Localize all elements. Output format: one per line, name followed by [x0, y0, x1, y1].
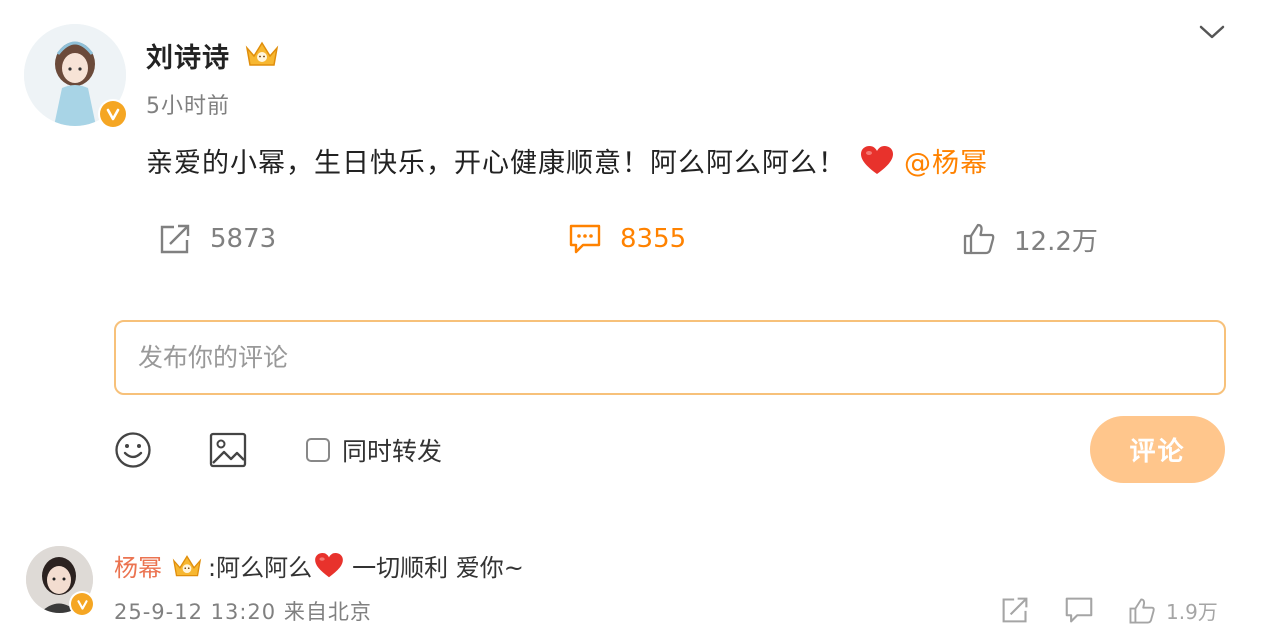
- like-icon: [962, 222, 996, 256]
- comment-icon: [568, 223, 602, 255]
- repost-checkbox-label: 同时转发: [342, 437, 443, 466]
- submit-comment-button[interactable]: 评论: [1090, 416, 1225, 483]
- comment-input[interactable]: [116, 322, 1224, 393]
- heart-emoji-icon: [860, 145, 894, 176]
- reply-like-count: 1.9万: [1166, 600, 1218, 624]
- reply-crown-badge-icon: [170, 552, 204, 580]
- verified-v-icon: [98, 99, 128, 129]
- post-content-text: 亲爱的小幂，生日快乐，开心健康顺意！阿么阿么阿么！: [146, 148, 846, 179]
- repost-button[interactable]: 5873: [158, 220, 276, 258]
- reply-author-name[interactable]: 杨幂: [114, 548, 162, 583]
- reply-share-icon[interactable]: [1000, 596, 1030, 624]
- comment-button[interactable]: 8355: [568, 220, 686, 258]
- mention-link[interactable]: @杨幂: [904, 141, 988, 180]
- repost-count: 5873: [210, 224, 277, 254]
- image-icon[interactable]: [209, 432, 247, 468]
- repost-toggle[interactable]: 同时转发: [306, 432, 442, 468]
- like-button[interactable]: 12.2万: [962, 220, 1098, 258]
- repost-checkbox[interactable]: [306, 438, 330, 462]
- reply-comment-icon[interactable]: [1064, 596, 1094, 624]
- reply-timestamp: 25-9-12 13:20 来自北京: [114, 600, 372, 624]
- reply-verified-v-icon: [69, 591, 95, 617]
- comment-input-box[interactable]: [114, 320, 1226, 395]
- crown-badge-icon: [243, 38, 281, 70]
- reply-text-before: :阿么阿么: [208, 554, 313, 582]
- post-menu-chevron-icon[interactable]: [1198, 20, 1226, 44]
- comment-count: 8355: [620, 224, 687, 254]
- author-name[interactable]: 刘诗诗: [146, 36, 230, 75]
- post-content: 亲爱的小幂，生日快乐，开心健康顺意！阿么阿么阿么！ @杨幂: [146, 141, 988, 180]
- reply-heart-emoji-icon: [314, 552, 344, 579]
- reply-body: 杨幂 :阿么阿么 一切顺利 爱你~: [114, 548, 524, 583]
- reply-like-icon: [1128, 597, 1156, 625]
- reply-like-button[interactable]: 1.9万: [1128, 596, 1218, 625]
- emoji-icon[interactable]: [114, 431, 152, 469]
- reply-text-after: 一切顺利 爱你~: [352, 554, 524, 582]
- like-count: 12.2万: [1014, 226, 1098, 257]
- post-time[interactable]: 5小时前: [146, 88, 230, 120]
- share-icon: [158, 223, 192, 255]
